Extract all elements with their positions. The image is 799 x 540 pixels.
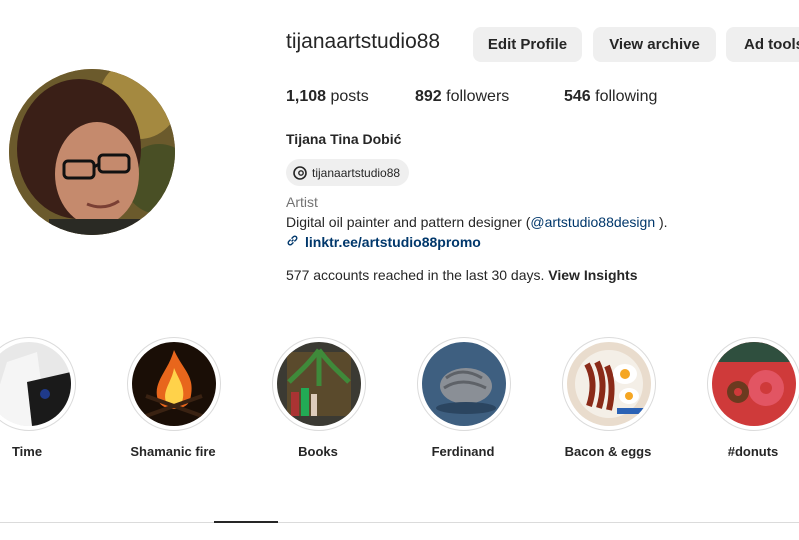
tabs-divider xyxy=(0,522,799,523)
highlight-time[interactable] xyxy=(0,337,76,431)
edit-profile-button[interactable]: Edit Profile xyxy=(473,27,582,62)
profile-bio: Digital oil painter and pattern designer… xyxy=(286,214,668,230)
highlight-thumbnail xyxy=(567,342,651,426)
highlight-donuts[interactable] xyxy=(707,337,799,431)
highlight-books[interactable] xyxy=(272,337,366,431)
link-icon xyxy=(286,234,299,250)
followers-stat[interactable]: 892 followers xyxy=(415,88,509,106)
following-stat[interactable]: 546 following xyxy=(564,88,657,106)
highlight-thumbnail xyxy=(132,342,216,426)
profile-full-name: Tijana Tina Dobić xyxy=(286,131,402,147)
view-archive-button[interactable]: View archive xyxy=(593,27,716,62)
profile-category: Artist xyxy=(286,194,318,210)
threads-handle: tijanaartstudio88 xyxy=(312,165,401,180)
highlight-label: #donuts xyxy=(727,444,779,459)
posts-label: posts xyxy=(326,88,369,105)
highlight-label: Shamanic fire xyxy=(130,444,216,459)
highlight-ferdinand[interactable] xyxy=(417,337,511,431)
threads-badge[interactable]: tijanaartstudio88 xyxy=(286,159,410,186)
active-tab-indicator xyxy=(214,521,278,523)
highlight-bacon-eggs[interactable] xyxy=(562,337,656,431)
highlight-label: Bacon & eggs xyxy=(564,444,652,459)
highlight-label: Time xyxy=(11,444,43,459)
profile-username: tijanaartstudio88 xyxy=(286,30,441,53)
threads-icon xyxy=(292,165,308,181)
followers-count: 892 xyxy=(415,88,442,105)
bio-mention-link[interactable]: @artstudio88design xyxy=(530,214,655,230)
link-text: linktr.ee/artstudio88promo xyxy=(305,234,481,250)
insights-summary: 577 accounts reached in the last 30 days… xyxy=(286,267,638,283)
profile-external-link[interactable]: linktr.ee/artstudio88promo xyxy=(286,234,481,250)
highlight-label: Ferdinand xyxy=(431,444,495,459)
profile-avatar[interactable] xyxy=(9,69,175,235)
highlight-thumbnail xyxy=(277,342,361,426)
bio-suffix: ). xyxy=(655,214,668,230)
following-count: 546 xyxy=(564,88,591,105)
posts-count: 1,108 xyxy=(286,88,327,105)
highlight-thumbnail xyxy=(712,342,796,426)
following-label: following xyxy=(590,88,658,105)
bio-text: Digital oil painter and pattern designer… xyxy=(286,214,531,230)
highlight-shamanic-fire[interactable] xyxy=(127,337,221,431)
highlight-thumbnail xyxy=(0,342,71,426)
view-insights-link[interactable]: View Insights xyxy=(548,267,637,283)
posts-stat: 1,108 posts xyxy=(286,88,369,106)
highlight-label: Books xyxy=(298,444,338,459)
avatar-image xyxy=(9,69,175,235)
ad-tools-button[interactable]: Ad tools xyxy=(726,27,799,62)
highlight-thumbnail xyxy=(422,342,506,426)
insights-text: 577 accounts reached in the last 30 days… xyxy=(286,267,549,283)
followers-label: followers xyxy=(441,88,510,105)
